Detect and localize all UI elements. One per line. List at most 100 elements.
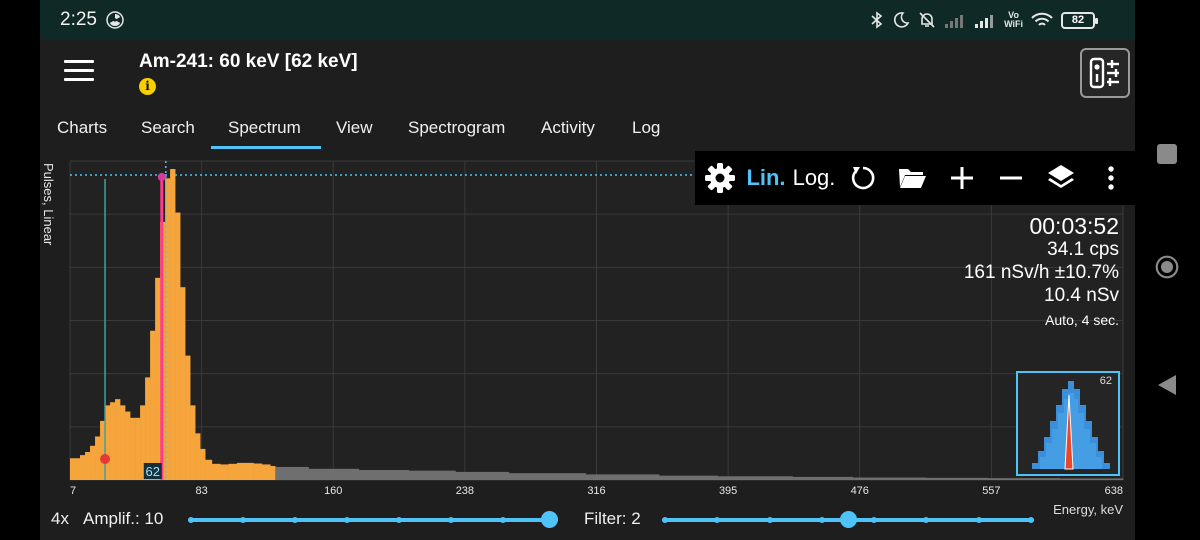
spectrum-bar xyxy=(408,470,456,480)
radiation-icon xyxy=(106,11,124,29)
more-options-icon[interactable] xyxy=(1093,151,1129,205)
linear-scale-button[interactable]: Lin. xyxy=(743,151,789,205)
gain-label: 4x xyxy=(51,509,69,528)
tab-charts[interactable]: Charts xyxy=(57,118,107,138)
back-icon[interactable] xyxy=(1155,373,1179,397)
slider-tick xyxy=(923,517,930,523)
spectrum-bar xyxy=(245,462,254,480)
spectrum-bar xyxy=(852,477,927,480)
amplif-label: Amplif.: 10 xyxy=(83,509,164,528)
filter-slider[interactable] xyxy=(662,511,1034,528)
status-icons: Vo WiFi 82 xyxy=(870,9,1098,31)
spectrum-bar xyxy=(200,448,206,480)
spectrum-bar xyxy=(270,466,276,480)
left-screen-edge xyxy=(0,0,40,540)
tab-spectrogram[interactable]: Spectrogram xyxy=(408,118,505,138)
spectrum-bar xyxy=(90,445,96,480)
page-title: Am-241: 60 keV [62 keV] xyxy=(139,51,358,72)
slider-tick xyxy=(975,517,982,523)
peak-zoom-thumbnail[interactable]: 62 xyxy=(1016,371,1120,476)
slider-tick xyxy=(714,517,721,523)
x-tick-label: 638 xyxy=(1105,485,1123,497)
spectrum-bar xyxy=(1059,478,1124,480)
spectrum-bar xyxy=(220,464,229,480)
count-rate: 34.1 cps xyxy=(1047,239,1119,260)
settings-gear-icon[interactable] xyxy=(701,151,739,205)
x-tick-label: 160 xyxy=(324,485,342,497)
zoom-in-icon[interactable] xyxy=(944,151,980,205)
signal-icon xyxy=(975,15,994,28)
signal-weak-icon xyxy=(945,15,964,28)
slider-tick xyxy=(1028,517,1034,523)
spectrum-bar xyxy=(275,466,309,480)
device-settings-icon[interactable] xyxy=(1080,48,1130,98)
accumulated-dose: 10.4 nSv xyxy=(1044,285,1119,306)
slider-tick xyxy=(396,517,402,523)
averaging-mode: Auto, 4 sec. xyxy=(1045,312,1119,328)
folder-open-icon[interactable] xyxy=(894,151,930,205)
x-tick-label: 83 xyxy=(196,485,208,497)
measurement-stats: 00:03:52 34.1 cps 161 nSv/h ±10.7% 10.4 … xyxy=(964,215,1119,332)
slider-thumb[interactable] xyxy=(541,511,558,528)
amplif-slider[interactable] xyxy=(188,511,558,528)
spectrum-bar xyxy=(792,476,853,480)
spectrum-bar xyxy=(110,402,116,480)
slider-tick xyxy=(766,517,773,523)
spectrum-bar xyxy=(228,463,238,480)
tab-spectrum[interactable]: Spectrum xyxy=(228,118,301,138)
layers-icon[interactable] xyxy=(1043,151,1079,205)
battery-indicator: 82 xyxy=(1061,11,1098,29)
spectrum-bar xyxy=(205,459,213,480)
vowifi-label: Vo WiFi xyxy=(1004,11,1023,29)
elapsed-time: 00:03:52 xyxy=(1029,213,1119,239)
slider-tick xyxy=(344,517,350,523)
info-icon[interactable]: i xyxy=(139,78,156,95)
chart-toolbar: Lin. Log. xyxy=(695,151,1135,205)
app-window: 2:25 Vo WiFi 82 Am-241: 60 keV [62 keV] … xyxy=(40,0,1135,540)
spectrum-bar xyxy=(150,330,156,480)
spectrum-bar xyxy=(253,463,263,480)
slider-tick xyxy=(448,517,454,523)
spectrum-bar xyxy=(180,287,186,480)
spectrum-bar xyxy=(175,212,181,480)
tab-activity[interactable]: Activity xyxy=(541,118,595,138)
slider-tick xyxy=(240,517,246,523)
spectrum-bar xyxy=(261,464,271,480)
bottom-controls: 4x Amplif.: 10 Filter: 2 Energy, keV xyxy=(40,501,1135,540)
x-tick-label: 238 xyxy=(456,485,474,497)
slider-tick xyxy=(662,517,668,523)
spectrum-bar xyxy=(659,475,718,480)
spectrum-bar xyxy=(585,474,660,480)
home-icon[interactable] xyxy=(1155,255,1179,279)
slider-tick xyxy=(818,517,825,523)
spectrum-bar xyxy=(75,458,81,480)
tab-view[interactable]: View xyxy=(336,118,373,138)
slider-tick xyxy=(292,517,298,523)
spectrum-bar xyxy=(211,463,221,480)
tab-log[interactable]: Log xyxy=(632,118,660,138)
slider-tick xyxy=(188,517,194,523)
zoom-out-icon[interactable] xyxy=(993,151,1029,205)
dose-rate: 161 nSv/h ±10.7% xyxy=(963,262,1119,283)
recent-apps-icon[interactable] xyxy=(1155,142,1179,166)
spectrum-bar xyxy=(926,477,989,480)
log-scale-button[interactable]: Log. xyxy=(791,151,837,205)
peak-zoom-plot xyxy=(1032,381,1110,470)
x-tick-label: 476 xyxy=(851,485,869,497)
bluetooth-icon xyxy=(871,11,883,29)
hamburger-menu-icon[interactable] xyxy=(64,60,94,84)
x-tick-label: 557 xyxy=(982,485,1000,497)
vowifi-bottom: WiFi xyxy=(1004,19,1023,29)
spectrum-bar xyxy=(717,476,793,480)
spectrum-bar xyxy=(508,473,586,480)
spectrum-bar xyxy=(130,417,136,480)
spectrum-bar xyxy=(195,433,201,480)
tab-search[interactable]: Search xyxy=(141,118,195,138)
slider-thumb[interactable] xyxy=(839,511,857,528)
reset-icon[interactable] xyxy=(845,151,881,205)
spectrum-bar xyxy=(155,277,161,480)
peak-zoom-label: 62 xyxy=(1099,375,1112,387)
cursor-label: 62 xyxy=(146,464,160,479)
roi-marker xyxy=(100,454,111,464)
status-time: 2:25 xyxy=(60,9,97,30)
